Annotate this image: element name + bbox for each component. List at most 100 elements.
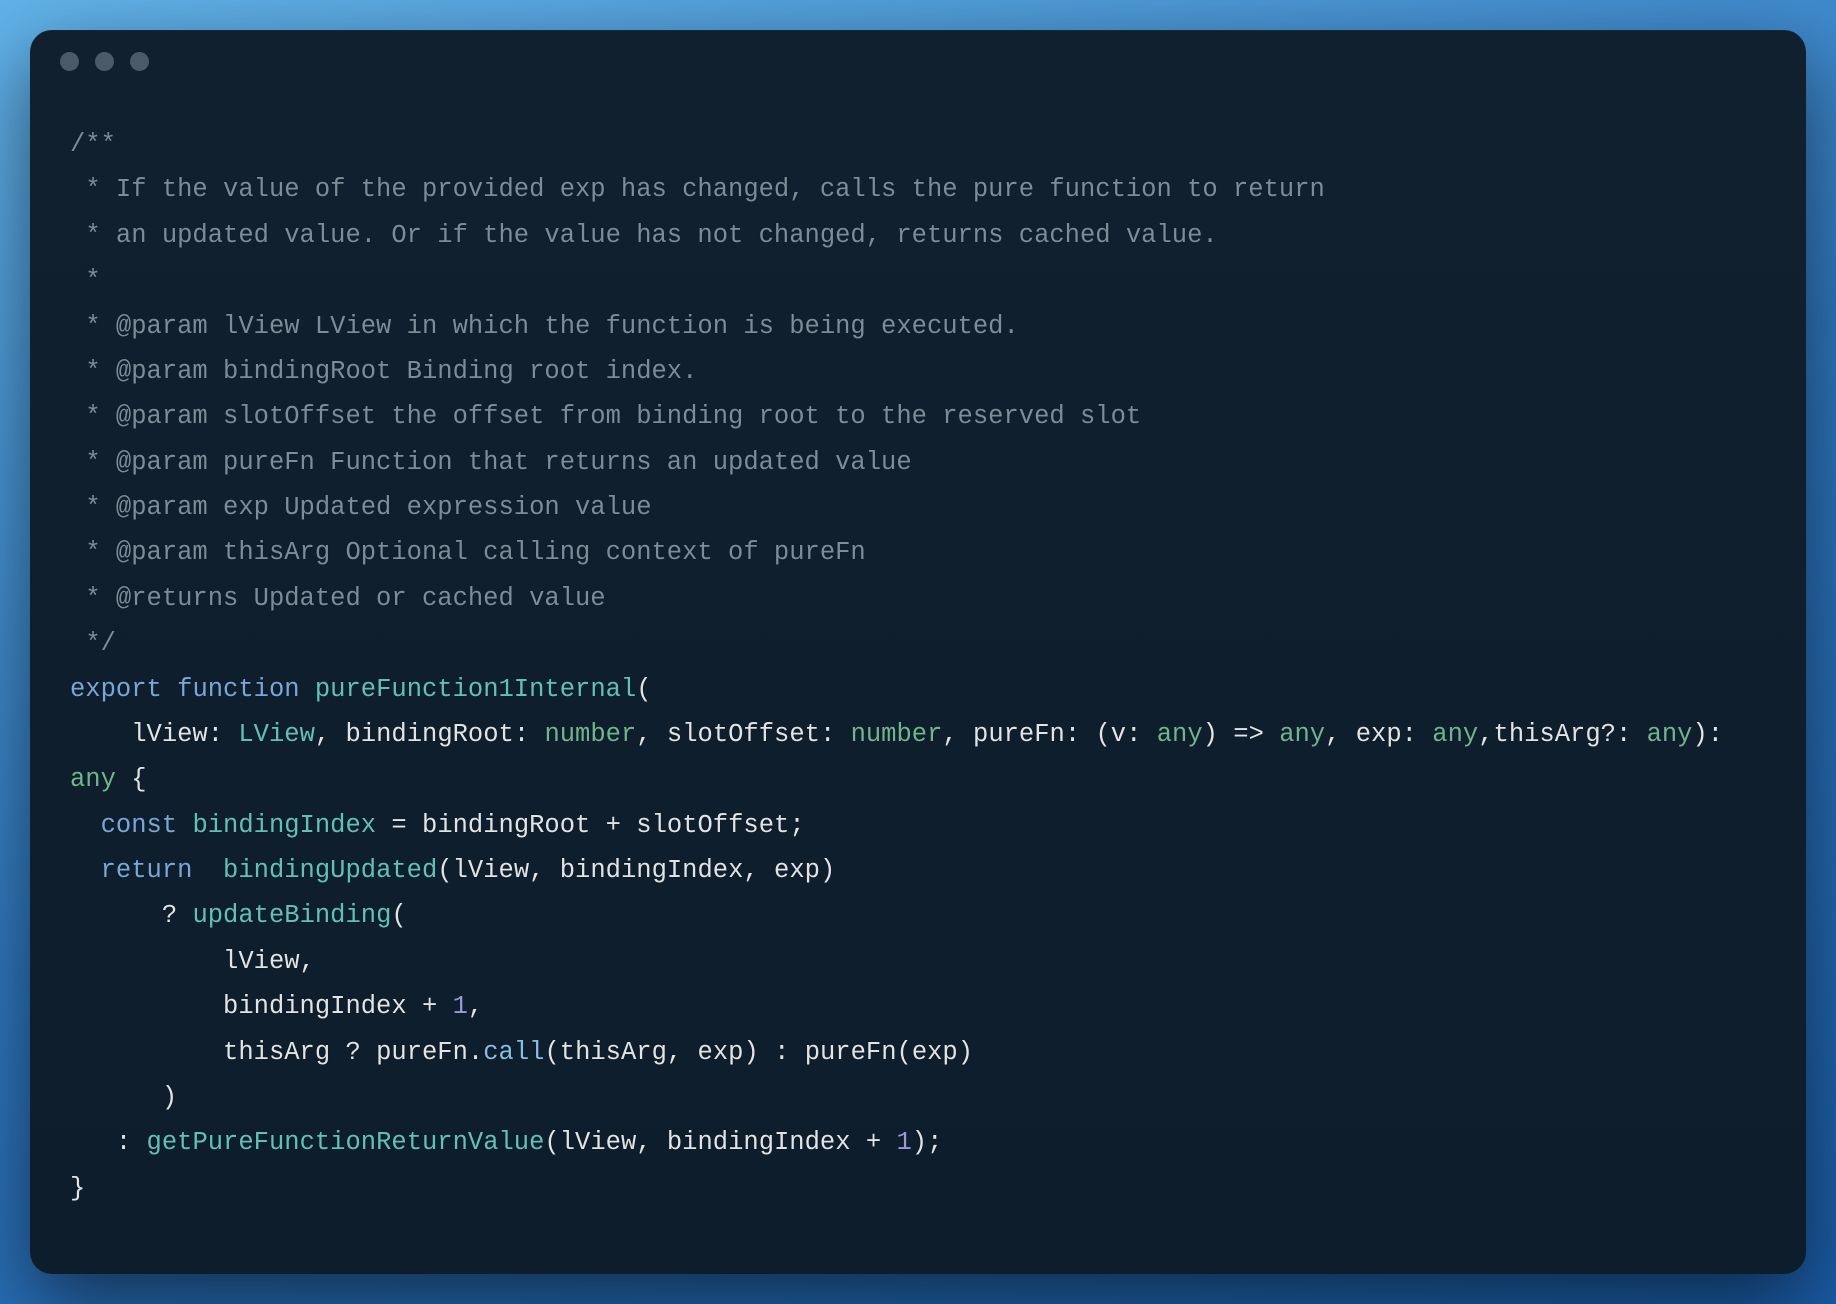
paren-close: ): [162, 1083, 177, 1112]
dot: .: [468, 1038, 483, 1067]
return-type-any: any: [70, 765, 116, 794]
arg-exp: exp: [698, 1038, 744, 1067]
brace-open: {: [131, 765, 146, 794]
ternary-colon: :: [116, 1128, 131, 1157]
paren-open: (: [636, 675, 651, 704]
indent: [70, 1038, 223, 1067]
function-name: pureFunction1Internal: [315, 675, 636, 704]
comment-line: * @param exp Updated expression value: [70, 493, 652, 522]
traffic-light-close-icon[interactable]: [60, 52, 79, 71]
ternary-colon: :: [774, 1038, 789, 1067]
comma: ,: [636, 1128, 651, 1157]
comment-line: /**: [70, 130, 116, 159]
arg-exp: exp: [774, 856, 820, 885]
param-thisarg-opt: thisArg?: [1494, 720, 1616, 749]
keyword-function: function: [177, 675, 299, 704]
comma: ,: [468, 992, 483, 1021]
indent: [70, 947, 223, 976]
var-bindingindex: bindingIndex: [192, 811, 376, 840]
comma: ,: [1325, 720, 1340, 749]
plus: +: [606, 811, 621, 840]
traffic-light-minimize-icon[interactable]: [95, 52, 114, 71]
comma: ,: [529, 856, 544, 885]
colon: :: [1402, 720, 1417, 749]
param-slotoffset: slotOffset: [667, 720, 820, 749]
keyword-export: export: [70, 675, 162, 704]
ref-thisarg: thisArg: [223, 1038, 330, 1067]
number-one: 1: [453, 992, 468, 1021]
prop-call: call: [483, 1038, 544, 1067]
comment-line: * If the value of the provided exp has c…: [70, 175, 1325, 204]
equals: =: [391, 811, 406, 840]
comment-line: * @param thisArg Optional calling contex…: [70, 538, 866, 567]
paren-close: ): [958, 1038, 973, 1067]
traffic-light-zoom-icon[interactable]: [130, 52, 149, 71]
param-lview: lView: [131, 720, 208, 749]
arrow: =>: [1233, 720, 1264, 749]
paren-open: (: [544, 1038, 559, 1067]
paren-close: ): [743, 1038, 758, 1067]
arg-exp: exp: [912, 1038, 958, 1067]
colon: :: [514, 720, 529, 749]
comma: ,: [636, 720, 651, 749]
indent: [70, 720, 131, 749]
comma: ,: [667, 1038, 682, 1067]
stage: /** * If the value of the provided exp h…: [0, 0, 1836, 1304]
paren-open: (: [437, 856, 452, 885]
code-block: /** * If the value of the provided exp h…: [70, 122, 1766, 1211]
type-number: number: [544, 720, 636, 749]
ref-purefn: pureFn: [376, 1038, 468, 1067]
indent: [70, 811, 101, 840]
keyword-const: const: [101, 811, 178, 840]
paren-open: (: [897, 1038, 912, 1067]
param-v: v: [1111, 720, 1126, 749]
ternary-q: ?: [345, 1038, 360, 1067]
code-window: /** * If the value of the provided exp h…: [30, 30, 1806, 1274]
indent: [70, 856, 101, 885]
call-getpurefunctionreturnvalue: getPureFunctionReturnValue: [147, 1128, 545, 1157]
comma: ,: [300, 947, 315, 976]
arg-bindingindex: bindingIndex: [667, 1128, 851, 1157]
param-purefn: pureFn: [973, 720, 1065, 749]
code-area: /** * If the value of the provided exp h…: [30, 92, 1806, 1274]
arg-thisarg: thisArg: [560, 1038, 667, 1067]
colon: :: [1126, 720, 1141, 749]
comment-line: * @returns Updated or cached value: [70, 584, 606, 613]
paren-close: ): [1203, 720, 1218, 749]
arg-bindingindex: bindingIndex: [560, 856, 744, 885]
arg-bindingindex: bindingIndex: [223, 992, 407, 1021]
comment-line: */: [70, 629, 116, 658]
colon: :: [1616, 720, 1631, 749]
paren-close: ): [1692, 720, 1707, 749]
semicolon: ;: [789, 811, 804, 840]
colon: :: [1708, 720, 1723, 749]
comment-line: *: [70, 266, 101, 295]
indent: [70, 1083, 162, 1112]
ref-slotoffset: slotOffset: [636, 811, 789, 840]
window-titlebar: [30, 30, 1806, 92]
arg-lview: lView: [223, 947, 300, 976]
colon: :: [820, 720, 835, 749]
type-number: number: [851, 720, 943, 749]
indent: [70, 901, 162, 930]
indent: [70, 1128, 116, 1157]
plus: +: [422, 992, 437, 1021]
number-one: 1: [896, 1128, 911, 1157]
comma: ,: [743, 856, 758, 885]
semicolon: ;: [927, 1128, 942, 1157]
paren-open: (: [391, 901, 406, 930]
paren-open: (: [1095, 720, 1110, 749]
arg-lview: lView: [453, 856, 530, 885]
ref-purefn: pureFn: [805, 1038, 897, 1067]
comma: ,: [1478, 720, 1493, 749]
brace-close: }: [70, 1174, 85, 1203]
ternary-q: ?: [162, 901, 177, 930]
arg-lview: lView: [560, 1128, 637, 1157]
paren-open: (: [544, 1128, 559, 1157]
comma: ,: [942, 720, 957, 749]
call-updatebinding: updateBinding: [192, 901, 391, 930]
comment-line: * @param slotOffset the offset from bind…: [70, 402, 1141, 431]
colon: :: [208, 720, 223, 749]
keyword-return: return: [101, 856, 193, 885]
indent: [70, 992, 223, 1021]
